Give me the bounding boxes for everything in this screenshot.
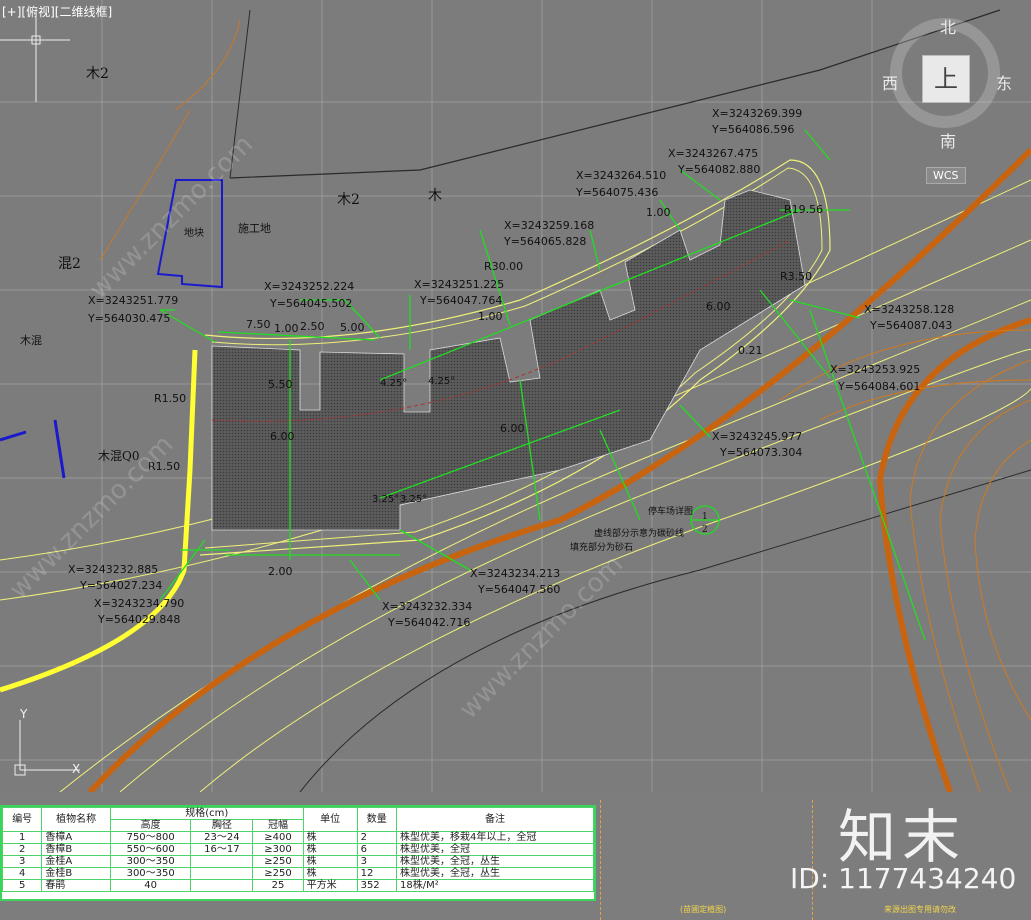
header-note: 备注 [396,807,594,832]
header-height: 高度 [109,819,192,832]
svg-text:1.00: 1.00 [478,310,503,323]
outline-label: 地块 [184,226,204,239]
svg-text:1.00: 1.00 [646,206,671,219]
title-block-note: 来源出图专用请勿改 [884,905,956,914]
tree-code-label: 木混 [20,334,42,347]
table-row: 1 香樟A 750～800 23～24 ≥400 株 2 株型优美，移栽4年以上，全冠 [1,831,594,844]
header-unit: 单位 [302,807,358,832]
coord-x: X=3243232.334 [382,600,472,613]
coord-y: Y=564047.560 [477,583,560,596]
coord-x: X=3243258.128 [864,303,954,316]
construction-label: 施工地 [238,222,271,235]
legend-line: 虚线部分示意为碳砂线 [594,527,684,539]
svg-text:0.21: 0.21 [738,344,763,357]
blue-mark [0,430,27,442]
legend-title: 停车场详图 [648,505,693,517]
coord-y: Y=564073.304 [719,446,802,459]
svg-text:2.00: 2.00 [268,565,293,578]
coord-y: Y=564029.848 [97,613,180,626]
cad-viewport[interactable]: Y X 木2 木2 木 混2 木混 木混Q0 施工地 地块 X=3243269.… [0,0,1031,792]
header-no: 编号 [1,807,43,832]
viewcube[interactable]: 上 北 西 东 南 WCS [878,10,1018,184]
coord-y: Y=564075.436 [575,186,658,199]
legend-num: 1 [702,512,708,522]
header-qty: 数量 [356,807,398,832]
blue-mark [53,419,66,479]
svg-text:6.00: 6.00 [500,422,525,435]
coord-y: Y=564084.601 [837,380,920,393]
svg-text:5.50: 5.50 [268,378,293,391]
coord-x: X=3243251.225 [414,278,504,291]
coord-x: X=3243253.925 [830,363,920,376]
site-plan-drawing[interactable]: Y X 木2 木2 木 混2 木混 木混Q0 施工地 地块 X=3243269.… [0,0,1031,792]
legend-line: 填充部分为砂石 [570,541,633,553]
coord-x: X=3243232.885 [68,563,158,576]
viewport-controls-label[interactable]: [+][俯视][二维线框] [2,3,112,20]
svg-text:3.25°: 3.25° [400,494,427,505]
ucs-axis-icon [0,10,80,776]
coord-x: X=3243234.790 [94,597,184,610]
wcs-dropdown[interactable]: WCS [926,167,966,184]
coord-x: X=3243264.510 [576,169,666,182]
table-row: 4 金桂B 300～350 ≥250 株 12 株型优美，全冠，丛生 [1,867,594,880]
plant-schedule-table: 编号 植物名称 规格(cm) 单位 数量 备注 高度 胸径 冠幅 1 香樟A 750… [0,805,596,901]
coord-x: X=3243269.399 [712,107,802,120]
table-row: 2 香樟B 550～600 16～17 ≥300 株 6 株型优美，全冠 [1,843,594,856]
title-block-divider [812,800,813,920]
table-row: 3 金桂A 300～350 ≥250 株 3 株型优美，全冠，丛生 [1,855,594,868]
tree-code-label: 混2 [58,256,81,272]
coord-x: X=3243259.168 [504,219,594,232]
coord-y: Y=564086.596 [711,123,794,136]
svg-text:R3.50: R3.50 [780,270,812,283]
compass-west[interactable]: 西 [882,70,898,94]
compass-north[interactable]: 北 [940,14,956,38]
tree-code-label: 木 [428,188,442,204]
coord-x: X=3243234.213 [470,567,560,580]
axis-x-label: X [72,762,80,776]
compass-south[interactable]: 南 [940,128,956,152]
coord-y: Y=564047.764 [419,294,502,307]
header-name: 植物名称 [41,807,111,832]
svg-text:R30.00: R30.00 [484,260,523,273]
coord-y: Y=564030.475 [87,312,170,325]
axis-y-label: Y [19,707,28,721]
coord-x: X=3243267.475 [668,147,758,160]
header-crown: 冠幅 [252,819,304,832]
coord-y: Y=564082.880 [677,163,760,176]
viewcube-face[interactable]: 上 [922,55,970,103]
svg-text:6.00: 6.00 [706,300,731,313]
watermark-id: ID: 1177434240 [790,862,1017,895]
contour-line [174,19,241,111]
svg-text:4.25°: 4.25° [380,378,407,389]
coord-x: X=3243245.977 [712,430,802,443]
title-block-divider [600,800,601,920]
detail-legend: 停车场详图 1 2 虚线部分示意为碳砂线 填充部分为砂石 [570,505,708,553]
coord-y: Y=564087.043 [869,319,952,332]
coord-y: Y=564065.828 [503,235,586,248]
coord-y: Y=564045.502 [269,297,352,310]
compass-east[interactable]: 东 [996,70,1012,94]
tree-code-label: 木2 [86,66,109,82]
svg-text:6.00: 6.00 [270,430,295,443]
legend-num: 2 [702,525,708,535]
svg-text:R19.56: R19.56 [784,203,823,216]
title-block-note: (苗圃定植图) [680,905,727,914]
svg-text:1.00: 1.00 [274,322,299,335]
header-dbh: 胸径 [190,819,254,832]
svg-text:www.znzmo.com: www.znzmo.com [84,130,259,305]
tree-code-label: 木2 [337,192,360,208]
coord-y: Y=564042.716 [387,616,470,629]
svg-text:R1.50: R1.50 [154,392,186,405]
svg-text:4.25°: 4.25° [428,376,455,387]
svg-text:5.00: 5.00 [340,321,365,334]
contour-lines-east [779,329,1031,792]
svg-text:2.50: 2.50 [300,320,325,333]
coord-y: Y=564027.234 [79,579,162,592]
table-row: 5 春鹃 40 25 平方米 352 18株/M² [1,879,594,892]
svg-text:7.50: 7.50 [246,318,271,331]
header-spec: 规格(cm) [109,807,304,820]
svg-text:3.25°: 3.25° [372,494,399,505]
coord-x: X=3243252.224 [264,280,354,293]
